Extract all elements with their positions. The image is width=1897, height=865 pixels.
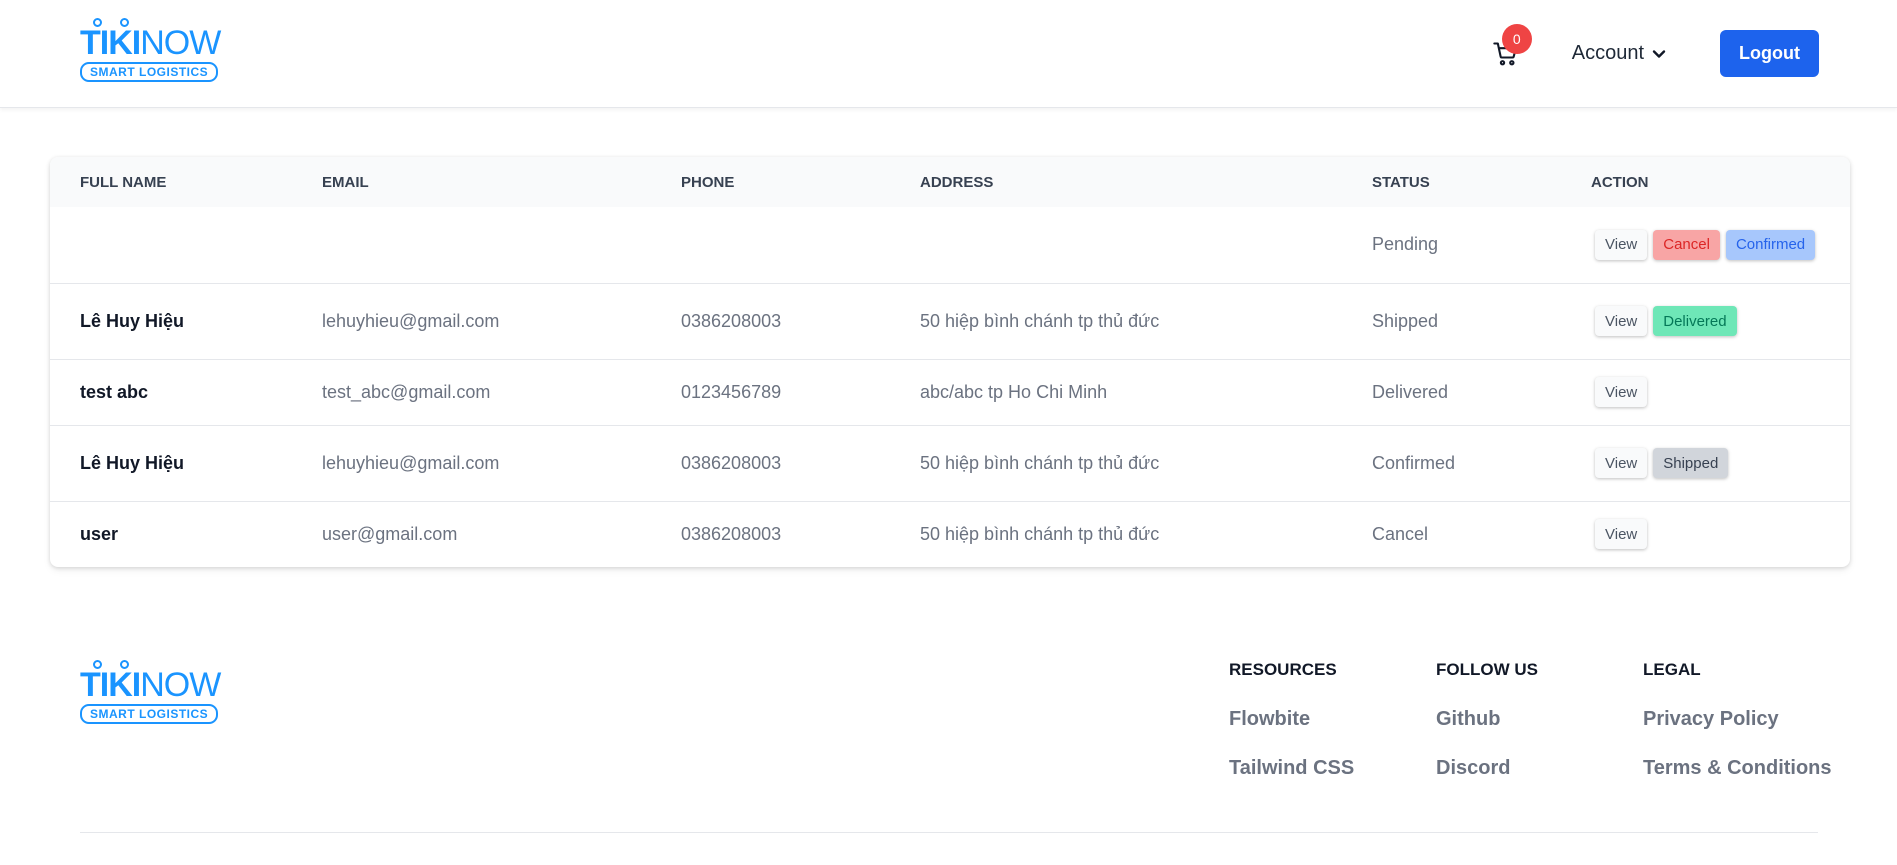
footer-logo-tiki: TIKI — [80, 666, 141, 704]
mark-confirmed-button[interactable]: Confirmed — [1725, 229, 1816, 260]
cell-full-name: user — [50, 500, 292, 567]
logo-tagline: SMART LOGISTICS — [80, 61, 219, 82]
footer-column-title: Follow us — [1436, 660, 1538, 679]
cart-count-badge: 0 — [1501, 23, 1532, 54]
footer-column-title: Resources — [1229, 660, 1337, 679]
cell-email: test_abc@gmail.com — [292, 358, 651, 425]
footer-logo-tagline: SMART LOGISTICS — [80, 704, 219, 724]
footer-divider — [80, 832, 1818, 833]
footer-logo-now: NOW — [140, 666, 221, 704]
logo-dots-icon — [93, 17, 129, 27]
footer-link-terms[interactable]: Terms & Conditions — [1643, 757, 1850, 780]
footer-link-privacy-policy[interactable]: Privacy Policy — [1643, 708, 1850, 731]
footer-column-title: Legal — [1643, 660, 1701, 679]
cell-full-name: Lê Huy Hiệu — [50, 424, 292, 501]
view-button[interactable]: View — [1595, 448, 1648, 478]
cell-status: Confirmed — [1342, 424, 1561, 501]
cell-phone: 0386208003 — [651, 424, 890, 501]
cell-email — [292, 207, 651, 283]
cell-actions: View Shipped — [1561, 424, 1850, 501]
cart-button[interactable]: 0 — [1486, 23, 1532, 74]
cell-phone: 0386208003 — [651, 500, 890, 567]
cell-phone: 0123456789 — [651, 358, 890, 425]
table-row: test abc test_abc@gmail.com 0123456789 a… — [50, 358, 1850, 425]
footer-column-follow-us: Follow us Github Discord — [1436, 660, 1643, 806]
column-header-status: Status — [1372, 173, 1430, 191]
table-row: Lê Huy Hiệu lehuyhieu@gmail.com 03862080… — [50, 282, 1850, 359]
account-label: Account — [1571, 42, 1644, 64]
tikinow-logo[interactable]: TIKINOW SMART LOGISTICS — [80, 17, 221, 82]
cell-status: Cancel — [1342, 500, 1561, 567]
cell-actions: View — [1561, 500, 1850, 567]
cell-full-name: test abc — [50, 358, 292, 425]
footer-column-legal: Legal Privacy Policy Terms & Conditions — [1643, 660, 1850, 806]
cell-status: Pending — [1372, 234, 1439, 255]
view-button[interactable]: View — [1595, 229, 1648, 260]
cell-address: 50 hiệp bình chánh tp thủ đức — [890, 500, 1342, 567]
column-header-full-name: Full Name — [80, 173, 167, 191]
cell-phone — [651, 207, 890, 283]
footer-logo[interactable]: TIKINOW SMART LOGISTICS — [80, 660, 221, 724]
cell-address — [890, 207, 1342, 283]
account-dropdown[interactable]: Account — [1572, 42, 1666, 65]
orders-table: Full Name Email Phone Address Status Act… — [50, 157, 1850, 567]
footer-link-github[interactable]: Github — [1436, 708, 1643, 731]
top-navbar: TIKINOW SMART LOGISTICS 0 Account Logout — [0, 0, 1897, 108]
cell-status: Delivered — [1342, 358, 1561, 425]
cell-actions: View Cancel Confirmed — [1561, 207, 1850, 283]
logout-button[interactable]: Logout — [1720, 30, 1819, 77]
cancel-order-button[interactable]: Cancel — [1653, 229, 1720, 260]
logo-wordmark: TIKINOW — [80, 17, 221, 62]
cell-phone: 0386208003 — [651, 282, 890, 359]
header-actions: 0 Account Logout — [1486, 23, 1819, 77]
logo-dots-icon — [93, 660, 129, 669]
footer-link-tailwind[interactable]: Tailwind CSS — [1229, 757, 1436, 780]
table-row: Lê Huy Hiệu lehuyhieu@gmail.com 03862080… — [50, 424, 1850, 501]
footer-link-columns: Resources Flowbite Tailwind CSS Follow u… — [1229, 660, 1850, 806]
view-button[interactable]: View — [1595, 306, 1648, 336]
column-header-email: Email — [322, 173, 369, 191]
cell-actions: View — [1561, 358, 1850, 425]
cell-status: Shipped — [1342, 282, 1561, 359]
view-button[interactable]: View — [1595, 519, 1648, 550]
logo-tiki: TIKI — [80, 23, 141, 62]
cell-email: lehuyhieu@gmail.com — [292, 282, 651, 359]
view-button[interactable]: View — [1595, 377, 1648, 407]
mark-delivered-button[interactable]: Delivered — [1653, 306, 1737, 336]
logo-now: NOW — [140, 23, 221, 62]
cell-address: 50 hiệp bình chánh tp thủ đức — [890, 424, 1342, 501]
orders-table-card: Full Name Email Phone Address Status Act… — [50, 157, 1850, 567]
column-header-address: Address — [920, 173, 994, 191]
column-header-phone: Phone — [681, 173, 735, 191]
column-header-action: Action — [1591, 173, 1649, 191]
cell-email: user@gmail.com — [292, 500, 651, 567]
cell-full-name — [50, 207, 292, 283]
cell-address: 50 hiệp bình chánh tp thủ đức — [890, 282, 1342, 359]
chevron-down-icon — [1652, 49, 1666, 58]
footer-logo-wordmark: TIKINOW — [80, 660, 221, 704]
cell-actions: View Delivered — [1561, 282, 1850, 359]
footer-link-discord[interactable]: Discord — [1436, 757, 1643, 780]
table-row: user user@gmail.com 0386208003 50 hiệp b… — [50, 500, 1850, 567]
cell-full-name: Lê Huy Hiệu — [50, 282, 292, 359]
footer-link-flowbite[interactable]: Flowbite — [1229, 708, 1436, 731]
cell-address: abc/abc tp Ho Chi Minh — [890, 358, 1342, 425]
footer-column-resources: Resources Flowbite Tailwind CSS — [1229, 660, 1436, 806]
cell-email: lehuyhieu@gmail.com — [292, 424, 651, 501]
mark-shipped-button[interactable]: Shipped — [1653, 448, 1729, 478]
table-row: Pending View Cancel Confirmed — [50, 207, 1850, 283]
table-header-row: Full Name Email Phone Address Status Act… — [50, 157, 1850, 207]
